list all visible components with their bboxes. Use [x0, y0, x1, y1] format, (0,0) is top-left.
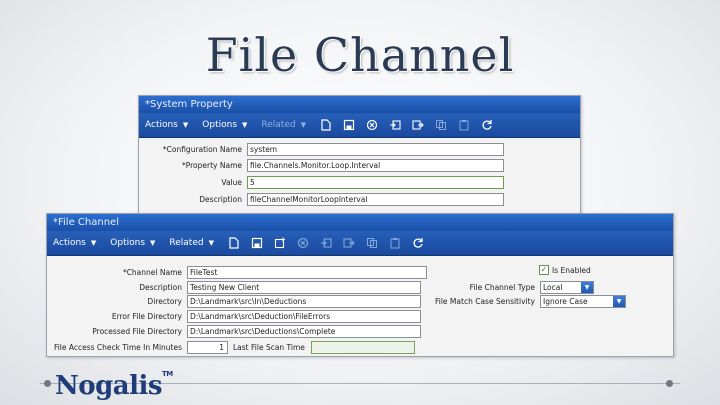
related-menu[interactable]: Related ▼ [169, 238, 214, 248]
file-channel-toolbar: Actions ▼ Options ▼ Related ▼ [47, 231, 673, 256]
file-channel-type-select[interactable]: Local ▼ [540, 281, 594, 294]
paste-icon[interactable] [389, 237, 401, 249]
import-icon[interactable] [320, 237, 332, 249]
delete-icon[interactable] [297, 237, 309, 249]
is-enabled-checkbox[interactable]: ✓ [539, 265, 549, 275]
file-access-check-time-field[interactable]: 1 [187, 341, 228, 354]
file-channel-type-label: File Channel Type [469, 283, 535, 292]
file-channel-title: *File Channel [47, 214, 673, 231]
processed-file-directory-label: Processed File Directory [92, 327, 182, 336]
file-match-case-sensitivity-label: File Match Case Sensitivity [435, 297, 535, 306]
directory-field[interactable]: D:\Landmark\src\In\Deductions [187, 295, 421, 308]
last-file-scan-time-label: Last File Scan Time [233, 343, 305, 352]
paste-icon[interactable] [458, 119, 470, 131]
value-field[interactable]: 5 [247, 176, 504, 189]
file-channel-window: *File Channel Actions ▼ Options ▼ Related ▼… [46, 213, 674, 357]
delete-icon[interactable] [366, 119, 378, 131]
fc-description-row: Description Testing New Client [47, 281, 421, 294]
file-access-check-time-label: File Access Check Time In Minutes [53, 343, 182, 352]
fc-description-field[interactable]: Testing New Client [187, 281, 421, 294]
configuration-name-field[interactable]: system [247, 143, 504, 156]
value-label: Value [221, 178, 242, 187]
file-match-case-sensitivity-select[interactable]: Ignore Case ▼ [540, 295, 626, 308]
description-label: Description [199, 195, 242, 204]
copy-icon[interactable] [435, 119, 447, 131]
slide-title: File Channel [205, 28, 515, 82]
import-icon[interactable] [389, 119, 401, 131]
processed-file-directory-field[interactable]: D:\Landmark\src\Deductions\Complete [187, 325, 421, 338]
options-menu[interactable]: Options ▼ [202, 120, 247, 130]
save-new-icon[interactable] [274, 237, 286, 249]
system-property-toolbar: Actions ▼ Options ▼ Related ▼ [139, 113, 580, 138]
save-icon[interactable] [251, 237, 263, 249]
error-file-directory-row: Error File Directory D:\Landmark\src\Ded… [47, 310, 421, 323]
property-name-row: *Property Name file.Channels.Monitor.Loo… [139, 159, 504, 172]
description-row: Description fileChannelMonitorLoopInterv… [139, 193, 504, 206]
file-match-case-row: File Match Case Sensitivity Ignore Case … [407, 295, 626, 308]
error-file-directory-label: Error File Directory [111, 312, 182, 321]
error-file-directory-field[interactable]: D:\Landmark\src\Deduction\FileErrors [187, 310, 421, 323]
footer-bullet-left [44, 380, 51, 387]
refresh-icon[interactable] [412, 237, 424, 249]
value-row: Value 5 [139, 176, 504, 189]
new-icon[interactable] [228, 237, 240, 249]
is-enabled-row: ✓ Is Enabled [539, 265, 591, 275]
save-icon[interactable] [343, 119, 355, 131]
related-menu[interactable]: Related ▼ [261, 120, 306, 130]
chevron-down-icon[interactable]: ▼ [613, 296, 625, 307]
configuration-name-label: *Configuration Name [162, 145, 242, 154]
nogalis-logo: NogalisTM [55, 370, 173, 401]
copy-icon[interactable] [366, 237, 378, 249]
export-icon[interactable] [412, 119, 424, 131]
export-icon[interactable] [343, 237, 355, 249]
description-field[interactable]: fileChannelMonitorLoopInterval [247, 193, 504, 206]
system-property-window: *System Property Actions ▼ Options ▼ Relat… [138, 95, 581, 223]
actions-menu[interactable]: Actions ▼ [145, 120, 188, 130]
fc-description-label: Description [139, 283, 182, 292]
chevron-down-icon[interactable]: ▼ [581, 282, 593, 293]
configuration-name-row: *Configuration Name system [139, 143, 504, 156]
last-file-scan-time-field[interactable] [310, 341, 415, 354]
channel-name-label: *Channel Name [122, 268, 182, 277]
is-enabled-label: Is Enabled [552, 265, 591, 275]
options-menu[interactable]: Options ▼ [110, 238, 155, 248]
actions-menu[interactable]: Actions ▼ [53, 238, 96, 248]
channel-name-row: *Channel Name FileTest [47, 266, 427, 279]
property-name-label: *Property Name [182, 161, 242, 170]
processed-file-directory-row: Processed File Directory D:\Landmark\src… [47, 325, 421, 338]
property-name-field[interactable]: file.Channels.Monitor.Loop.Interval [247, 159, 504, 172]
system-property-title: *System Property [139, 96, 580, 113]
new-icon[interactable] [320, 119, 332, 131]
file-channel-type-row: File Channel Type Local ▼ [407, 281, 594, 294]
footer-bullet-right [666, 380, 673, 387]
directory-row: Directory D:\Landmark\src\In\Deductions [47, 295, 421, 308]
channel-name-field[interactable]: FileTest [187, 266, 427, 279]
refresh-icon[interactable] [481, 119, 493, 131]
file-access-row: File Access Check Time In Minutes 1 Last… [47, 341, 415, 354]
directory-label: Directory [147, 297, 182, 306]
